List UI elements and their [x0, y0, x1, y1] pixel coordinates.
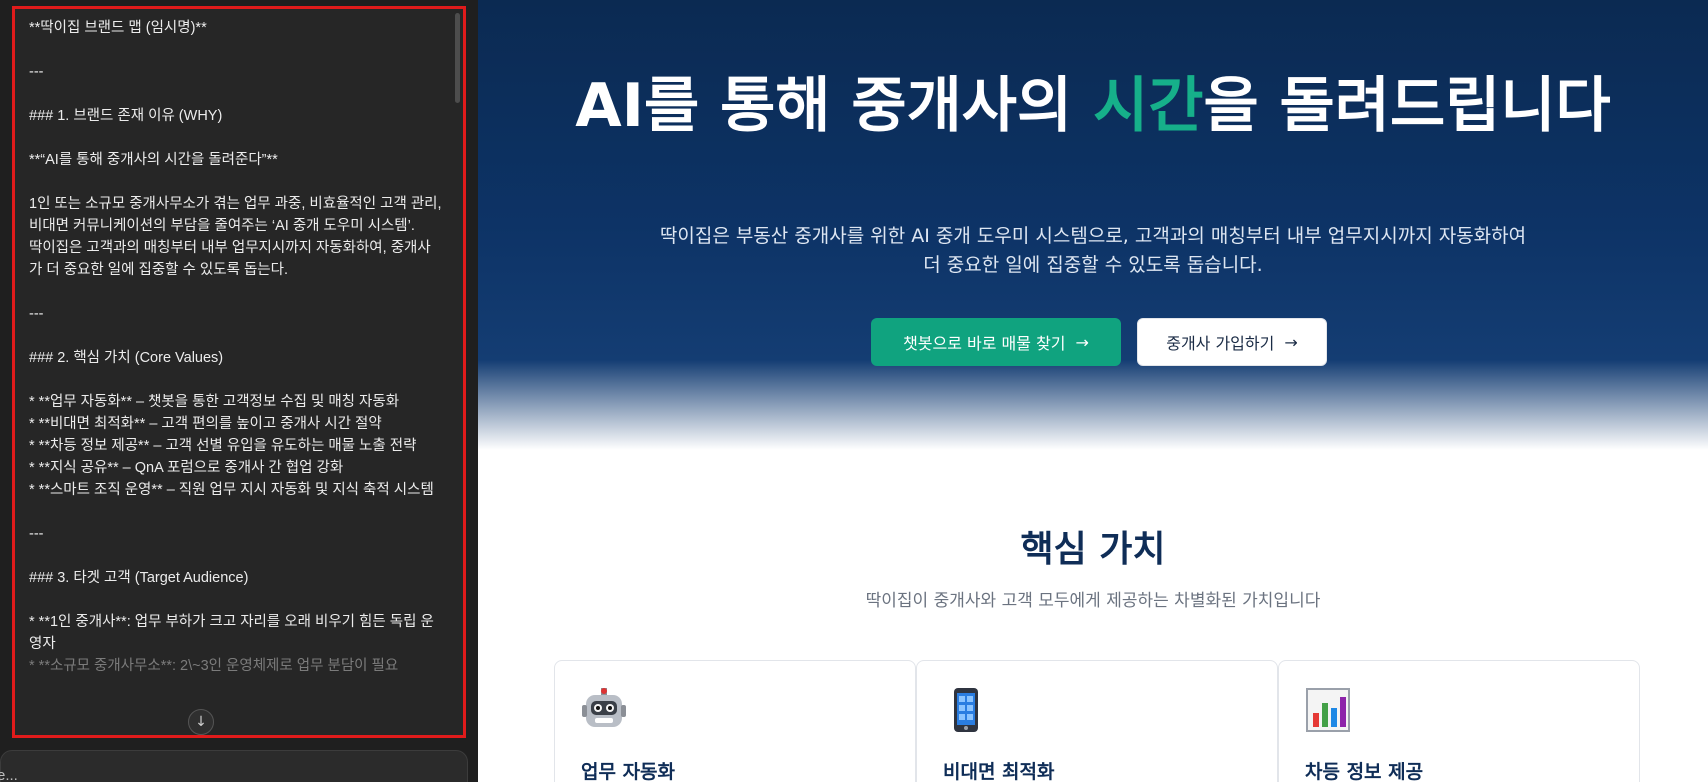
chat-input[interactable]: e... — [0, 750, 468, 782]
editor-line: --- — [29, 526, 44, 542]
chatbot-search-button[interactable]: 챗봇으로 바로 매물 찾기 → — [871, 318, 1121, 366]
value-card-title: 업무 자동화 — [581, 761, 676, 782]
hero-title-accent: 시간 — [1093, 71, 1204, 141]
value-card-differential-info: 차등 정보 제공 — [1278, 660, 1640, 782]
hero-buttons: 챗봇으로 바로 매물 찾기 → 중개사 가입하기 → — [478, 318, 1708, 366]
editor-line: * **비대면 최적화** – 고객 편의를 높이고 중개사 시간 절약 — [29, 416, 382, 432]
value-card-contactless: 비대면 최적화 — [916, 660, 1278, 782]
mobile-phone-icon — [954, 688, 978, 732]
website-preview: AI를 통해 중개사의 시간을 돌려드립니다 딱이집은 부동산 중개사를 위한 … — [478, 0, 1708, 782]
scroll-down-button[interactable]: ↓ — [188, 709, 214, 735]
editor-content[interactable]: **딱이집 브랜드 맵 (임시명)** --- ### 1. 브랜드 존재 이유 (… — [29, 17, 444, 677]
editor-panel: **딱이집 브랜드 맵 (임시명)** --- ### 1. 브랜드 존재 이유 (… — [0, 0, 478, 782]
editor-line: --- — [29, 306, 44, 322]
arrow-down-icon: ↓ — [195, 714, 207, 730]
arrow-right-icon: → — [1284, 332, 1298, 352]
editor-scrollbar[interactable] — [455, 13, 460, 103]
agent-signup-button[interactable]: 중개사 가입하기 → — [1137, 318, 1327, 366]
editor-line: ### 1. 브랜드 존재 이유 (WHY) — [29, 108, 223, 124]
values-title: 핵심 가치 — [1020, 529, 1166, 570]
value-card-automation: 업무 자동화 — [554, 660, 916, 782]
markdown-editor[interactable]: **딱이집 브랜드 맵 (임시명)** --- ### 1. 브랜드 존재 이유 (… — [12, 6, 466, 738]
editor-line: ### 3. 타겟 고객 (Target Audience) — [29, 570, 249, 586]
editor-line: * **업무 자동화** – 챗봇을 통한 고객정보 수집 및 매칭 자동화 — [29, 394, 400, 410]
hero-subtitle: 딱이집은 부동산 중개사를 위한 AI 중개 도우미 시스템으로, 고객과의 매… — [659, 225, 1527, 276]
hero-title: AI를 통해 중개사의 시간을 돌려드립니다 — [478, 74, 1708, 138]
editor-line: --- — [29, 64, 44, 80]
hero-section: AI를 통해 중개사의 시간을 돌려드립니다 딱이집은 부동산 중개사를 위한 … — [478, 0, 1708, 450]
agent-signup-label: 중개사 가입하기 — [1166, 334, 1275, 353]
editor-line: ### 2. 핵심 가치 (Core Values) — [29, 350, 224, 366]
chatbot-search-label: 챗봇으로 바로 매물 찾기 — [903, 334, 1066, 353]
editor-line: 1인 또는 소규모 중개사무소가 겪는 업무 과중, 비효율적인 고객 관리, … — [29, 196, 446, 234]
value-card-title: 차등 정보 제공 — [1305, 761, 1424, 782]
value-card-title: 비대면 최적화 — [943, 761, 1055, 782]
editor-line: * **스마트 조직 운영** – 직원 업무 지시 자동화 및 지식 축적 시… — [29, 482, 434, 498]
hero-title-part: AI를 통해 중개사의 — [575, 71, 1094, 141]
editor-line: **딱이집 브랜드 맵 (임시명)** — [29, 20, 207, 36]
bar-chart-icon — [1306, 688, 1350, 732]
chat-input-text: e... — [0, 767, 18, 782]
editor-line: * **소규모 중개사무소**: 2\~3인 운영체제로 업무 분담이 필요 — [29, 658, 399, 674]
values-subtitle: 딱이집이 중개사와 고객 모두에게 제공하는 차별화된 가치입니다 — [865, 591, 1321, 611]
editor-line: * **지식 공유** – QnA 포럼으로 중개사 간 협업 강화 — [29, 460, 344, 476]
editor-line: * **1인 중개사**: 업무 부하가 크고 자리를 오래 비우기 힘든 독립… — [29, 614, 434, 652]
editor-line: **“AI를 통해 중개사의 시간을 돌려준다”** — [29, 152, 278, 168]
arrow-right-icon: → — [1075, 332, 1089, 352]
editor-line: * **차등 정보 제공** – 고객 선별 유입을 유도하는 매물 노출 전략 — [29, 438, 417, 454]
robot-icon — [582, 688, 626, 727]
editor-line: 딱이집은 고객과의 매칭부터 내부 업무지시까지 자동화하여, 중개사가 더 중… — [29, 240, 431, 278]
hero-title-part: 을 돌려드립니다 — [1203, 71, 1611, 141]
